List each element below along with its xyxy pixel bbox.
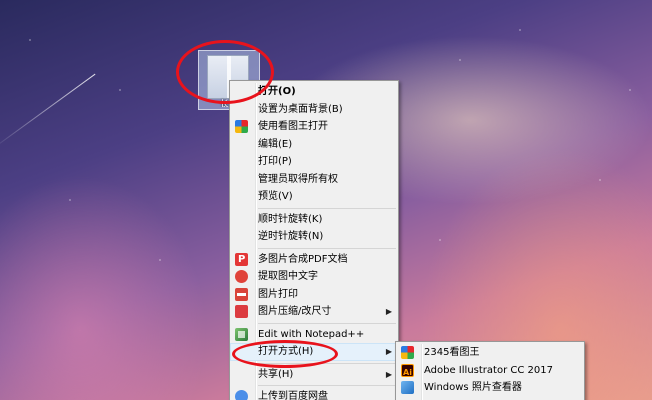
- menu-item-label: 编辑(E): [258, 138, 293, 150]
- text-extract-icon: [235, 270, 248, 283]
- chevron-right-icon: ▶: [385, 307, 392, 316]
- highlight-ellipse-open-with: [232, 340, 338, 368]
- photo-viewer-icon: [401, 381, 414, 394]
- pdf-icon: [235, 251, 248, 268]
- menu-separator: [258, 247, 396, 249]
- menu-item-label: 多图片合成PDF文档: [258, 253, 348, 265]
- menu-item-label: 逆时针旋转(N): [258, 231, 324, 242]
- menu-item-label: 上传到百度网盘: [258, 391, 328, 400]
- 2345-icon: [401, 346, 414, 359]
- menu-item-share[interactable]: 共享(H) ▶: [230, 366, 398, 384]
- upload-icon: [235, 390, 248, 400]
- menu-item-label: Edit with Notepad++: [258, 328, 365, 340]
- menu-item-print[interactable]: 打印(P): [230, 153, 398, 171]
- menu-item-take-ownership[interactable]: 管理员取得所有权: [230, 171, 398, 189]
- notepad-icon: [235, 327, 248, 341]
- menu-item-edit[interactable]: 编辑(E): [230, 136, 398, 154]
- menu-separator: [258, 322, 396, 324]
- menu-item-set-wallpaper[interactable]: 设置为桌面背景(B): [230, 101, 398, 119]
- menu-item-label: 2345看图王: [424, 347, 480, 358]
- submenu-item-photo-viewer[interactable]: Windows 照片查看器: [396, 379, 584, 397]
- menu-item-merge-pdf[interactable]: 多图片合成PDF文档: [230, 251, 398, 268]
- menu-item-open-with-kantu[interactable]: 使用看图王打开: [230, 118, 398, 136]
- menu-item-notepadpp[interactable]: Edit with Notepad++: [230, 326, 398, 344]
- menu-item-compress-resize[interactable]: 图片压缩/改尺寸 ▶: [230, 303, 398, 321]
- submenu-item-2345[interactable]: 2345看图王: [396, 344, 584, 362]
- menu-item-label: 使用看图王打开: [258, 121, 328, 132]
- print-icon: [235, 287, 248, 301]
- open-with-submenu: 2345看图王 Adobe Illustrator CC 2017 Window…: [395, 341, 585, 400]
- menu-item-label: 管理员取得所有权: [258, 173, 338, 185]
- kantu-icon: [235, 120, 248, 133]
- menu-item-label: 打印(P): [258, 156, 292, 167]
- menu-item-label: Windows 照片查看器: [424, 382, 522, 393]
- menu-item-rotate-counterclockwise[interactable]: 逆时针旋转(N): [230, 228, 398, 246]
- menu-item-label: 图片打印: [258, 288, 298, 300]
- menu-item-label: 共享(H): [258, 368, 294, 380]
- highlight-ellipse-file: [176, 40, 274, 104]
- menu-item-extract-text[interactable]: 提取图中文字: [230, 268, 398, 286]
- menu-separator: [258, 385, 396, 386]
- menu-item-label: 顺时针旋转(K): [258, 213, 323, 225]
- menu-item-upload-baidu[interactable]: 上传到百度网盘: [230, 388, 398, 400]
- menu-item-label: Adobe Illustrator CC 2017: [424, 364, 553, 376]
- menu-item-rotate-clockwise[interactable]: 顺时针旋转(K): [230, 211, 398, 229]
- menu-item-label: 设置为桌面背景(B): [258, 103, 343, 115]
- chevron-right-icon: ▶: [385, 369, 392, 379]
- menu-separator: [258, 207, 396, 209]
- menu-item-preview[interactable]: 预览(V): [230, 188, 398, 206]
- menu-item-label: 图片压缩/改尺寸: [258, 306, 332, 317]
- submenu-item-illustrator[interactable]: Adobe Illustrator CC 2017: [396, 362, 584, 381]
- chevron-right-icon: ▶: [385, 347, 392, 356]
- menu-item-image-print[interactable]: 图片打印: [230, 286, 398, 304]
- menu-item-label: 提取图中文字: [258, 271, 318, 282]
- compress-icon: [235, 305, 248, 318]
- illustrator-icon: [401, 363, 414, 381]
- menu-item-label: 预览(V): [258, 191, 293, 202]
